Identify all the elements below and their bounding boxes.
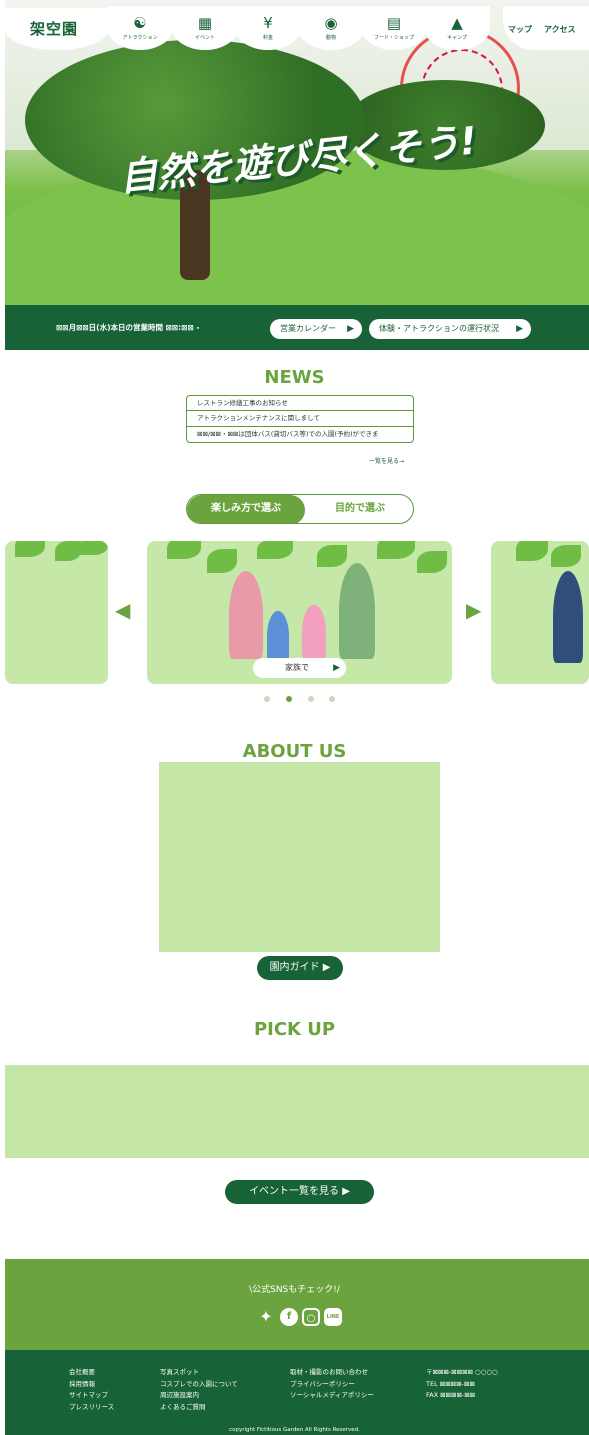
calendar-icon: ▦ — [197, 14, 213, 32]
yen-icon: ¥ — [263, 14, 273, 32]
nav-label: イベント — [194, 35, 215, 41]
tent-icon: ▲ — [451, 14, 463, 32]
line-icon[interactable]: LINE — [324, 1308, 342, 1326]
nav-item-camp[interactable]: ▲ キャンプ — [424, 6, 490, 50]
instagram-icon[interactable]: ○ — [302, 1308, 320, 1326]
footer-link[interactable]: プレスリリース — [69, 1402, 114, 1414]
nav-item-animal[interactable]: ◉ 動物 — [298, 6, 364, 50]
roller-coaster-icon: ☯ — [133, 14, 147, 32]
nav-item-food-shop[interactable]: ▤ フード・ショップ — [361, 6, 427, 50]
footer-col-guide: 写真スポット コスプレでの入園について 周辺施設案内 よくあるご質問 — [160, 1367, 238, 1413]
carousel-dot[interactable] — [329, 696, 335, 702]
footer-link[interactable]: よくあるご質問 — [160, 1402, 238, 1414]
news-more-link[interactable]: 一覧を見る→ — [369, 456, 404, 465]
play-arrow-icon: ▶ — [516, 324, 523, 334]
site-logo[interactable]: 架空園 — [30, 18, 78, 39]
event-list-button[interactable]: イベント一覧を見る ▶ — [225, 1180, 374, 1204]
button-label: 家族で — [285, 663, 309, 672]
tab-purpose[interactable]: 目的で選ぶ — [305, 495, 413, 523]
business-hours-text: ⊠⊠月⊠⊠日(水)本日の営業時間 ⊠⊠:⊠⊠ - — [56, 323, 200, 332]
sns-title: \公式SNSもチェック!/ — [249, 1285, 340, 1295]
calendar-button[interactable]: 営業カレンダー ▶ — [270, 319, 362, 339]
carousel-dot-active[interactable] — [286, 696, 292, 702]
nav-label: フード・ショップ — [373, 35, 414, 41]
footer-link[interactable]: コスプレでの入園について — [160, 1379, 238, 1391]
carousel-card-prev[interactable] — [5, 541, 108, 684]
carousel-next-arrow-icon[interactable]: ▶ — [466, 598, 481, 622]
button-label: 営業カレンダー — [280, 324, 336, 333]
footer-fax: FAX ⊠⊠⊠⊠-⊠⊠ — [426, 1391, 476, 1399]
category-tabs: 楽しみ方で選ぶ 目的で選ぶ — [186, 494, 414, 524]
animal-icon: ◉ — [324, 14, 338, 32]
news-title: NEWS — [264, 367, 325, 388]
footer-link[interactable]: サイトマップ — [69, 1390, 114, 1402]
button-label: 体験・アトラクションの運行状況 — [379, 324, 499, 333]
nav-item-event[interactable]: ▦ イベント — [172, 6, 238, 50]
nav-item-price[interactable]: ¥ 料金 — [235, 6, 301, 50]
footer-link[interactable]: 周辺施設案内 — [160, 1390, 238, 1402]
carousel-dot[interactable] — [308, 696, 314, 702]
twitter-icon[interactable]: ✦ — [257, 1308, 275, 1326]
footer-link[interactable]: プライバシーポリシー — [290, 1379, 374, 1391]
carousel-prev-arrow-icon[interactable]: ◀ — [115, 598, 130, 622]
page: 自然を遊び尽くそう! 架空園 ☯ アトラクション ▦ イベント ¥ 料金 ◉ 動… — [0, 0, 589, 1435]
nav-label: アトラクション — [122, 35, 158, 41]
person-illustration — [553, 571, 583, 663]
mother-illustration — [229, 571, 263, 659]
news-item[interactable]: ⊠⊠/⊠⊠・⊠⊠は団体バス(貸切バス等)での入園(予約)ができま — [187, 427, 413, 442]
tab-enjoy[interactable]: 楽しみ方で選ぶ — [187, 495, 305, 523]
footer-link[interactable]: 取材・撮影のお問い合わせ — [290, 1367, 374, 1379]
play-arrow-icon: ▶ — [333, 663, 340, 673]
footer-link[interactable]: 写真スポット — [160, 1367, 238, 1379]
child-illustration — [267, 611, 289, 661]
footer-link[interactable]: 採用情報 — [69, 1379, 114, 1391]
footer-col-company: 会社概要 採用情報 サイトマップ プレスリリース — [69, 1367, 114, 1413]
nav-link-access[interactable]: アクセス — [544, 24, 576, 35]
news-item[interactable]: レストラン修繕工事のお知らせ — [187, 396, 413, 412]
pickup-title: PICK UP — [253, 1019, 336, 1040]
news-item[interactable]: アトラクションメンテナンスに関しまして — [187, 411, 413, 427]
attraction-status-button[interactable]: 体験・アトラクションの運行状況 ▶ — [369, 319, 531, 339]
footer-col-policy: 取材・撮影のお問い合わせ プライバシーポリシー ソーシャルメディアポリシー — [290, 1367, 374, 1402]
father-illustration — [339, 563, 375, 659]
play-arrow-icon: ▶ — [347, 324, 354, 334]
card-family-button[interactable]: 家族で ▶ — [253, 658, 346, 678]
news-list: レストラン修繕工事のお知らせ アトラクションメンテナンスに関しまして ⊠⊠/⊠⊠… — [186, 395, 414, 443]
copyright: copyright Fictitious Garden All Rights R… — [229, 1427, 360, 1433]
carousel-card-next[interactable] — [491, 541, 589, 684]
sns-section — [5, 1259, 589, 1350]
footer-tel: TEL ⊠⊠⊠⊠-⊠⊠ — [426, 1379, 475, 1388]
nav-link-map[interactable]: マップ — [508, 24, 532, 35]
about-image — [159, 762, 440, 952]
shop-icon: ▤ — [386, 14, 402, 32]
facebook-icon[interactable]: f — [280, 1308, 298, 1326]
footer-link[interactable]: ソーシャルメディアポリシー — [290, 1390, 374, 1402]
child-illustration — [302, 605, 326, 659]
footer-col-contact: 〒⊠⊠⊠-⊠⊠⊠⊠ ○○○○ TEL ⊠⊠⊠⊠-⊠⊠ FAX ⊠⊠⊠⊠-⊠⊠ — [426, 1367, 498, 1402]
footer-link[interactable]: 会社概要 — [69, 1367, 114, 1379]
park-guide-button[interactable]: 園内ガイド ▶ — [257, 956, 343, 980]
nav-label: 料金 — [262, 35, 273, 41]
pickup-banner[interactable] — [5, 1065, 589, 1158]
footer-address: 〒⊠⊠⊠-⊠⊠⊠⊠ ○○○○ — [426, 1368, 498, 1376]
nav-item-attraction[interactable]: ☯ アトラクション — [107, 6, 173, 50]
nav-label: 動物 — [325, 35, 336, 41]
nav-label: キャンプ — [447, 35, 467, 41]
carousel-dot[interactable] — [264, 696, 270, 702]
about-title: ABOUT US — [242, 741, 347, 762]
